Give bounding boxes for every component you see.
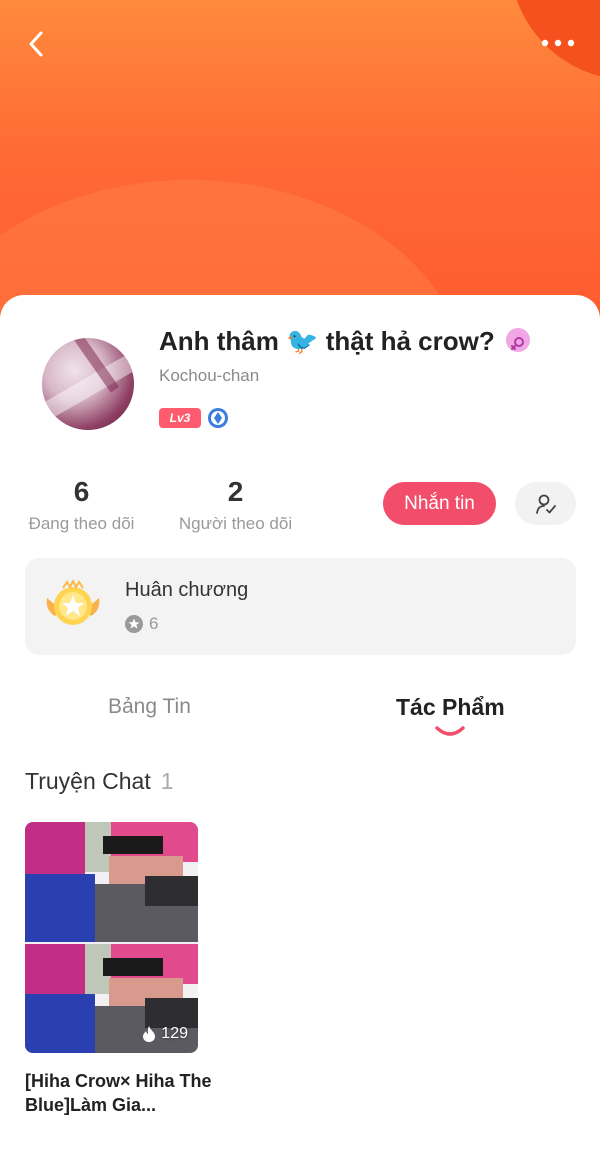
star-icon: [125, 615, 143, 633]
following-count: 6: [73, 476, 90, 507]
section-title: Truyện Chat 1: [25, 768, 174, 794]
more-dots-icon: [541, 39, 575, 47]
female-gender-icon: [505, 328, 530, 353]
active-tab-indicator: [435, 726, 465, 736]
medal-icon: [46, 580, 100, 625]
following-stat[interactable]: 6 Đang theo dõi: [24, 476, 139, 534]
profile-name: Anh thâm 🐦 thật hả crow?: [159, 322, 530, 360]
profile-header-background: [0, 0, 600, 340]
level-badge[interactable]: Lv3: [159, 408, 201, 428]
tab-feed[interactable]: Bảng Tin: [108, 695, 191, 719]
story-title[interactable]: [Hiha Crow× Hiha The Blue]Làm Gia...: [25, 1069, 215, 1117]
section-count: 1: [160, 768, 174, 794]
avatar[interactable]: [42, 338, 134, 430]
tab-works[interactable]: Tác Phẩm: [396, 694, 505, 721]
profile-username: Kochou-chan: [159, 366, 260, 385]
story-thumbnail[interactable]: 129: [25, 822, 198, 1053]
back-button[interactable]: [18, 26, 54, 62]
follow-button[interactable]: [515, 482, 576, 525]
followers-label: Người theo dõi: [178, 514, 293, 533]
fire-icon: [143, 1026, 156, 1042]
more-options-button[interactable]: [538, 30, 578, 56]
medal-count: 6: [125, 614, 158, 634]
followers-stat[interactable]: 2 Người theo dõi: [175, 476, 296, 534]
followers-count: 2: [227, 476, 244, 507]
medal-title: Huân chương: [125, 579, 249, 601]
message-button[interactable]: Nhắn tin: [383, 482, 496, 525]
verified-badge-icon[interactable]: [207, 407, 229, 429]
medal-card[interactable]: Huân chương 6: [25, 558, 576, 655]
story-views: 129: [142, 1025, 188, 1043]
bird-emoji-icon: 🐦: [286, 326, 319, 356]
story-cover-image: [25, 822, 198, 1053]
user-check-icon: [535, 494, 556, 514]
chevron-left-icon: [29, 31, 43, 57]
following-label: Đang theo dõi: [28, 514, 135, 533]
